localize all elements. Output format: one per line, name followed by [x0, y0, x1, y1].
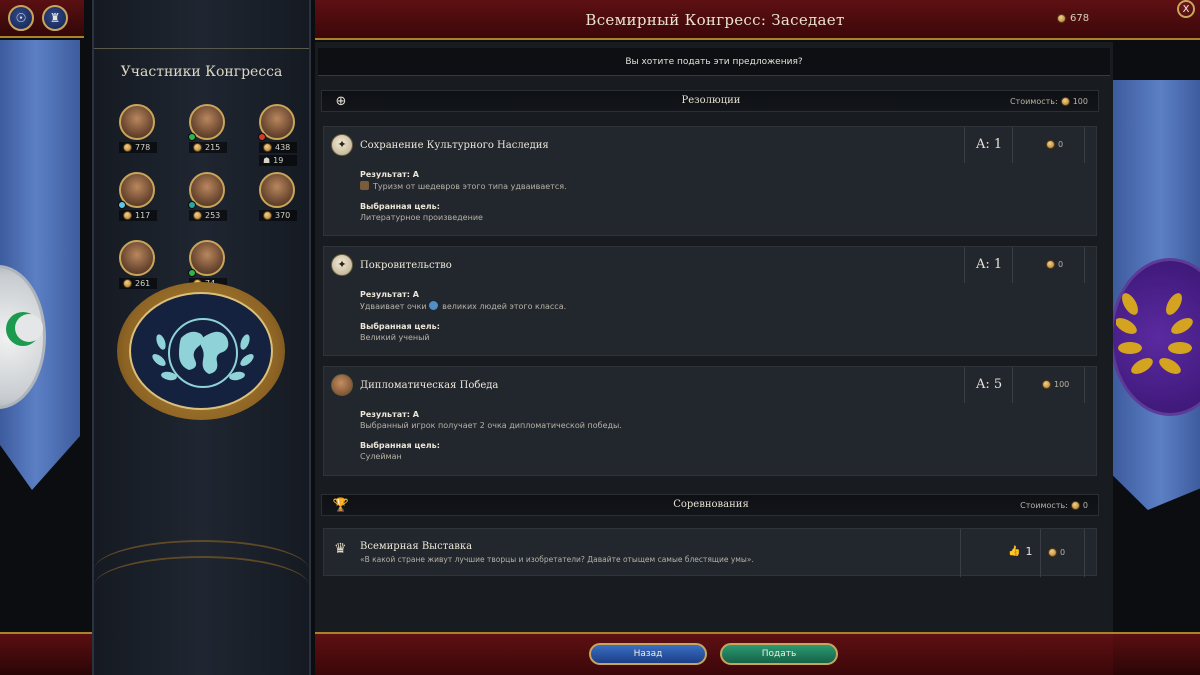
favor-icon [193, 143, 202, 152]
civ-banner-left [0, 40, 80, 490]
leader-portrait [119, 240, 155, 276]
status-icon [188, 201, 196, 209]
target-text: Литературное произведение [360, 213, 483, 222]
favor-icon [1060, 97, 1070, 106]
result-text: Удваивает очки великих людей этого класс… [360, 301, 567, 311]
resolution-title: Дипломатическая Победа [360, 380, 499, 391]
competition-card[interactable]: ♛ Всемирная Выставка «В какой стране жив… [323, 528, 1097, 577]
section-title: Соревнования [673, 499, 749, 510]
crescent-icon [6, 312, 43, 346]
favor-icon [123, 211, 132, 220]
congress-icon[interactable]: ♜ [42, 5, 68, 31]
resolution-title: Сохранение Культурного Наследия [360, 140, 549, 151]
favor-icon [1046, 140, 1055, 149]
delegate-icon: ☗ [263, 156, 271, 165]
resolution-cost: 0 [1046, 260, 1063, 269]
target-text: Сулейман [360, 452, 402, 461]
vote-count[interactable]: A: 1 [976, 257, 1002, 272]
member-card[interactable]: 215 [188, 104, 227, 153]
vote-count[interactable]: A: 1 [976, 137, 1002, 152]
target-label: Выбранная цель: [360, 202, 440, 211]
leader-portrait [188, 172, 225, 209]
member-card[interactable]: 261 [119, 240, 157, 289]
member-card[interactable]: 778 [119, 104, 157, 153]
member-card[interactable]: 370 [259, 172, 297, 221]
vote-count[interactable]: A: 5 [976, 377, 1002, 392]
favor-icon [1070, 501, 1080, 510]
diplomacy-icon[interactable]: ☉ [8, 5, 34, 31]
laurel-icon [1116, 293, 1193, 374]
right-footer-strip [1113, 632, 1200, 675]
resolution-card[interactable]: ✦ Покровительство A: 1 0 Результат: A Уд… [323, 246, 1097, 356]
resolution-cost: 0 [1046, 140, 1063, 149]
favor-icon [263, 143, 272, 152]
leader-portrait [119, 104, 155, 140]
competitions-header: 🏆 Соревнования Стоимость: 0 [321, 494, 1099, 516]
section-cost: Стоимость: 100 [1009, 97, 1088, 106]
status-icon [258, 133, 266, 141]
result-label: Результат: A [360, 290, 419, 299]
result-text: Выбранный игрок получает 2 очка дипломат… [360, 421, 622, 430]
diplomatic-favor-counter: 678 [1057, 13, 1089, 24]
left-footer-strip [0, 632, 92, 675]
target-text: Великий ученый [360, 333, 430, 342]
resolution-icon: ✦ [331, 254, 353, 276]
member-card[interactable]: 117 [118, 172, 157, 221]
resolution-icon: ✦ [331, 134, 353, 156]
competition-title: Всемирная Выставка [360, 541, 473, 552]
competition-cost: 0 [1048, 548, 1065, 557]
main-header: Всемирный Конгресс: Заседает 678 X [315, 0, 1200, 40]
competition-quote: «В какой стране живут лучшие творцы и из… [360, 555, 754, 564]
status-icon [118, 201, 126, 209]
leader-icon [331, 374, 353, 396]
member-card[interactable]: 438 ☗ 19 [258, 104, 297, 166]
globe-icon [152, 318, 254, 388]
status-icon [188, 133, 196, 141]
great-person-icon [429, 301, 439, 310]
leader-portrait [188, 104, 225, 141]
main-content: Вы хотите подать эти предложения? ⊕ Резо… [315, 42, 1113, 632]
leader-portrait [258, 104, 295, 141]
thumbs-up-icon: 👍 [1008, 546, 1021, 557]
prompt-text: Вы хотите подать эти предложения? [318, 48, 1110, 76]
section-cost: Стоимость: 0 [1020, 501, 1088, 510]
close-button[interactable]: X [1177, 0, 1195, 18]
top-left-toolbar: ☉ ♜ [0, 0, 84, 38]
resolution-card[interactable]: ✦ Сохранение Культурного Наследия A: 1 0… [323, 126, 1097, 236]
lightbulb-icon: ♛ [334, 541, 347, 557]
resolution-title: Покровительство [360, 260, 452, 271]
member-card[interactable]: 253 [188, 172, 227, 221]
favor-icon [1042, 380, 1051, 389]
favor-icon [263, 211, 272, 220]
submit-button[interactable]: Подать [720, 643, 838, 665]
panel-decoration [94, 556, 309, 616]
masterpiece-icon [360, 181, 369, 190]
favor-icon [1048, 548, 1057, 557]
back-button[interactable]: Назад [589, 643, 707, 665]
members-title: Участники Конгресса [120, 64, 283, 80]
section-title: Резолюции [681, 95, 741, 106]
status-icon [188, 269, 196, 277]
target-label: Выбранная цель: [360, 441, 440, 450]
favor-icon [123, 279, 132, 288]
resolution-cost: 100 [1042, 380, 1069, 389]
result-text: Туризм от шедевров этого типа удваиваетс… [360, 181, 960, 191]
resolution-card[interactable]: Дипломатическая Победа A: 5 100 Результа… [323, 366, 1097, 476]
resolutions-header: ⊕ Резолюции Стоимость: 100 [321, 90, 1099, 112]
leader-portrait [118, 172, 155, 209]
leader-portrait [188, 240, 225, 277]
page-title: Всемирный Конгресс: Заседает [585, 11, 845, 29]
favor-icon [1046, 260, 1055, 269]
footer-bar: Назад Подать [315, 632, 1113, 675]
result-label: Результат: A [360, 170, 419, 179]
target-label: Выбранная цель: [360, 322, 440, 331]
leader-portrait [259, 172, 295, 208]
result-label: Результат: A [360, 410, 419, 419]
favor-icon [123, 143, 132, 152]
vote-count[interactable]: 👍 1 [1008, 545, 1032, 558]
favor-icon [193, 211, 202, 220]
world-congress-emblem [117, 282, 285, 420]
favor-icon [1057, 14, 1066, 23]
